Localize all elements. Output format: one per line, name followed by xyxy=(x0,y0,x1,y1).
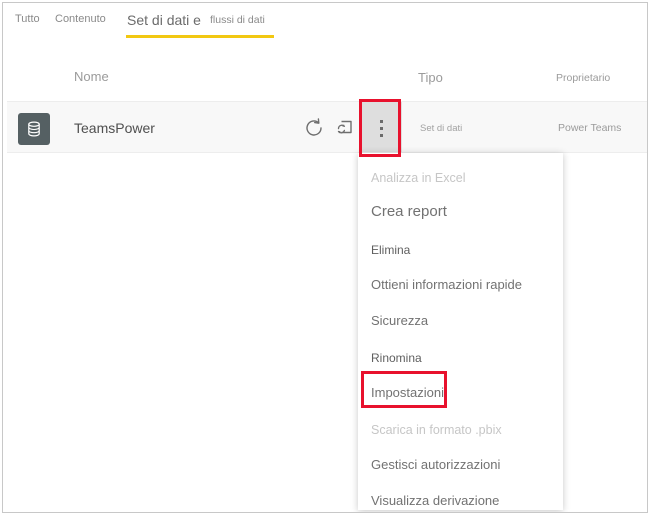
column-header-nome[interactable]: Nome xyxy=(74,69,109,84)
dataset-name-link[interactable]: TeamsPower xyxy=(74,120,155,136)
column-header-tipo[interactable]: Tipo xyxy=(418,70,443,85)
column-header-proprietario[interactable]: Proprietario xyxy=(556,72,610,84)
refresh-now-icon[interactable] xyxy=(303,117,325,139)
table-row[interactable]: TeamsPower Set di dati Power Teams xyxy=(7,101,648,153)
app-window: Tutto Contenuto Set di dati e flussi di … xyxy=(2,2,648,513)
tab-set-di-dati-e-flussi-di-dati[interactable]: Set di dati e flussi di dati xyxy=(125,7,285,41)
tab-bar: Tutto Contenuto Set di dati e flussi di … xyxy=(3,3,647,45)
menu-item-label: Rinomina xyxy=(371,351,422,365)
context-menu: Analizza in Excel Crea report Elimina Ot… xyxy=(358,153,563,510)
active-tab-underline xyxy=(126,35,274,38)
more-options-icon[interactable] xyxy=(362,102,402,152)
row-type-value: Set di dati xyxy=(420,123,462,134)
table-header: Nome Tipo Proprietario xyxy=(3,69,647,95)
tab-active-label-main: Set di dati e xyxy=(127,12,201,28)
more-options-dots xyxy=(380,120,384,141)
menu-item-ottieni-informazioni-rapide[interactable]: Ottieni informazioni rapide xyxy=(358,268,563,304)
menu-item-elimina[interactable]: Elimina xyxy=(358,232,563,268)
tab-tutto[interactable]: Tutto xyxy=(15,13,40,25)
tab-active-label-sub: flussi di dati xyxy=(210,14,265,26)
menu-item-impostazioni[interactable]: Impostazioni xyxy=(358,376,563,412)
row-owner-value: Power Teams xyxy=(558,122,621,134)
menu-item-label: Crea report xyxy=(371,203,447,220)
menu-item-label: Impostazioni xyxy=(371,385,444,400)
menu-item-visualizza-derivazione[interactable]: Visualizza derivazione xyxy=(358,484,563,513)
schedule-refresh-icon[interactable] xyxy=(334,117,356,139)
menu-item-gestisci-autorizzazioni[interactable]: Gestisci autorizzazioni xyxy=(358,448,563,484)
menu-item-sicurezza[interactable]: Sicurezza xyxy=(358,304,563,340)
menu-item-crea-report[interactable]: Crea report xyxy=(358,196,563,232)
menu-item-label: Analizza in Excel xyxy=(371,171,466,185)
menu-item-scarica-in-formato-pbix: Scarica in formato .pbix xyxy=(358,412,563,448)
menu-item-rinomina[interactable]: Rinomina xyxy=(358,340,563,376)
dataset-icon xyxy=(18,113,50,145)
menu-item-label: Gestisci autorizzazioni xyxy=(371,457,500,472)
menu-item-label: Visualizza derivazione xyxy=(371,493,499,508)
menu-item-label: Sicurezza xyxy=(371,313,428,328)
menu-item-label: Scarica in formato .pbix xyxy=(371,423,502,437)
menu-item-label: Ottieni informazioni rapide xyxy=(371,277,522,292)
menu-item-label: Elimina xyxy=(371,243,410,257)
menu-item-analizza-in-excel: Analizza in Excel xyxy=(358,160,563,196)
tab-contenuto[interactable]: Contenuto xyxy=(55,13,106,25)
